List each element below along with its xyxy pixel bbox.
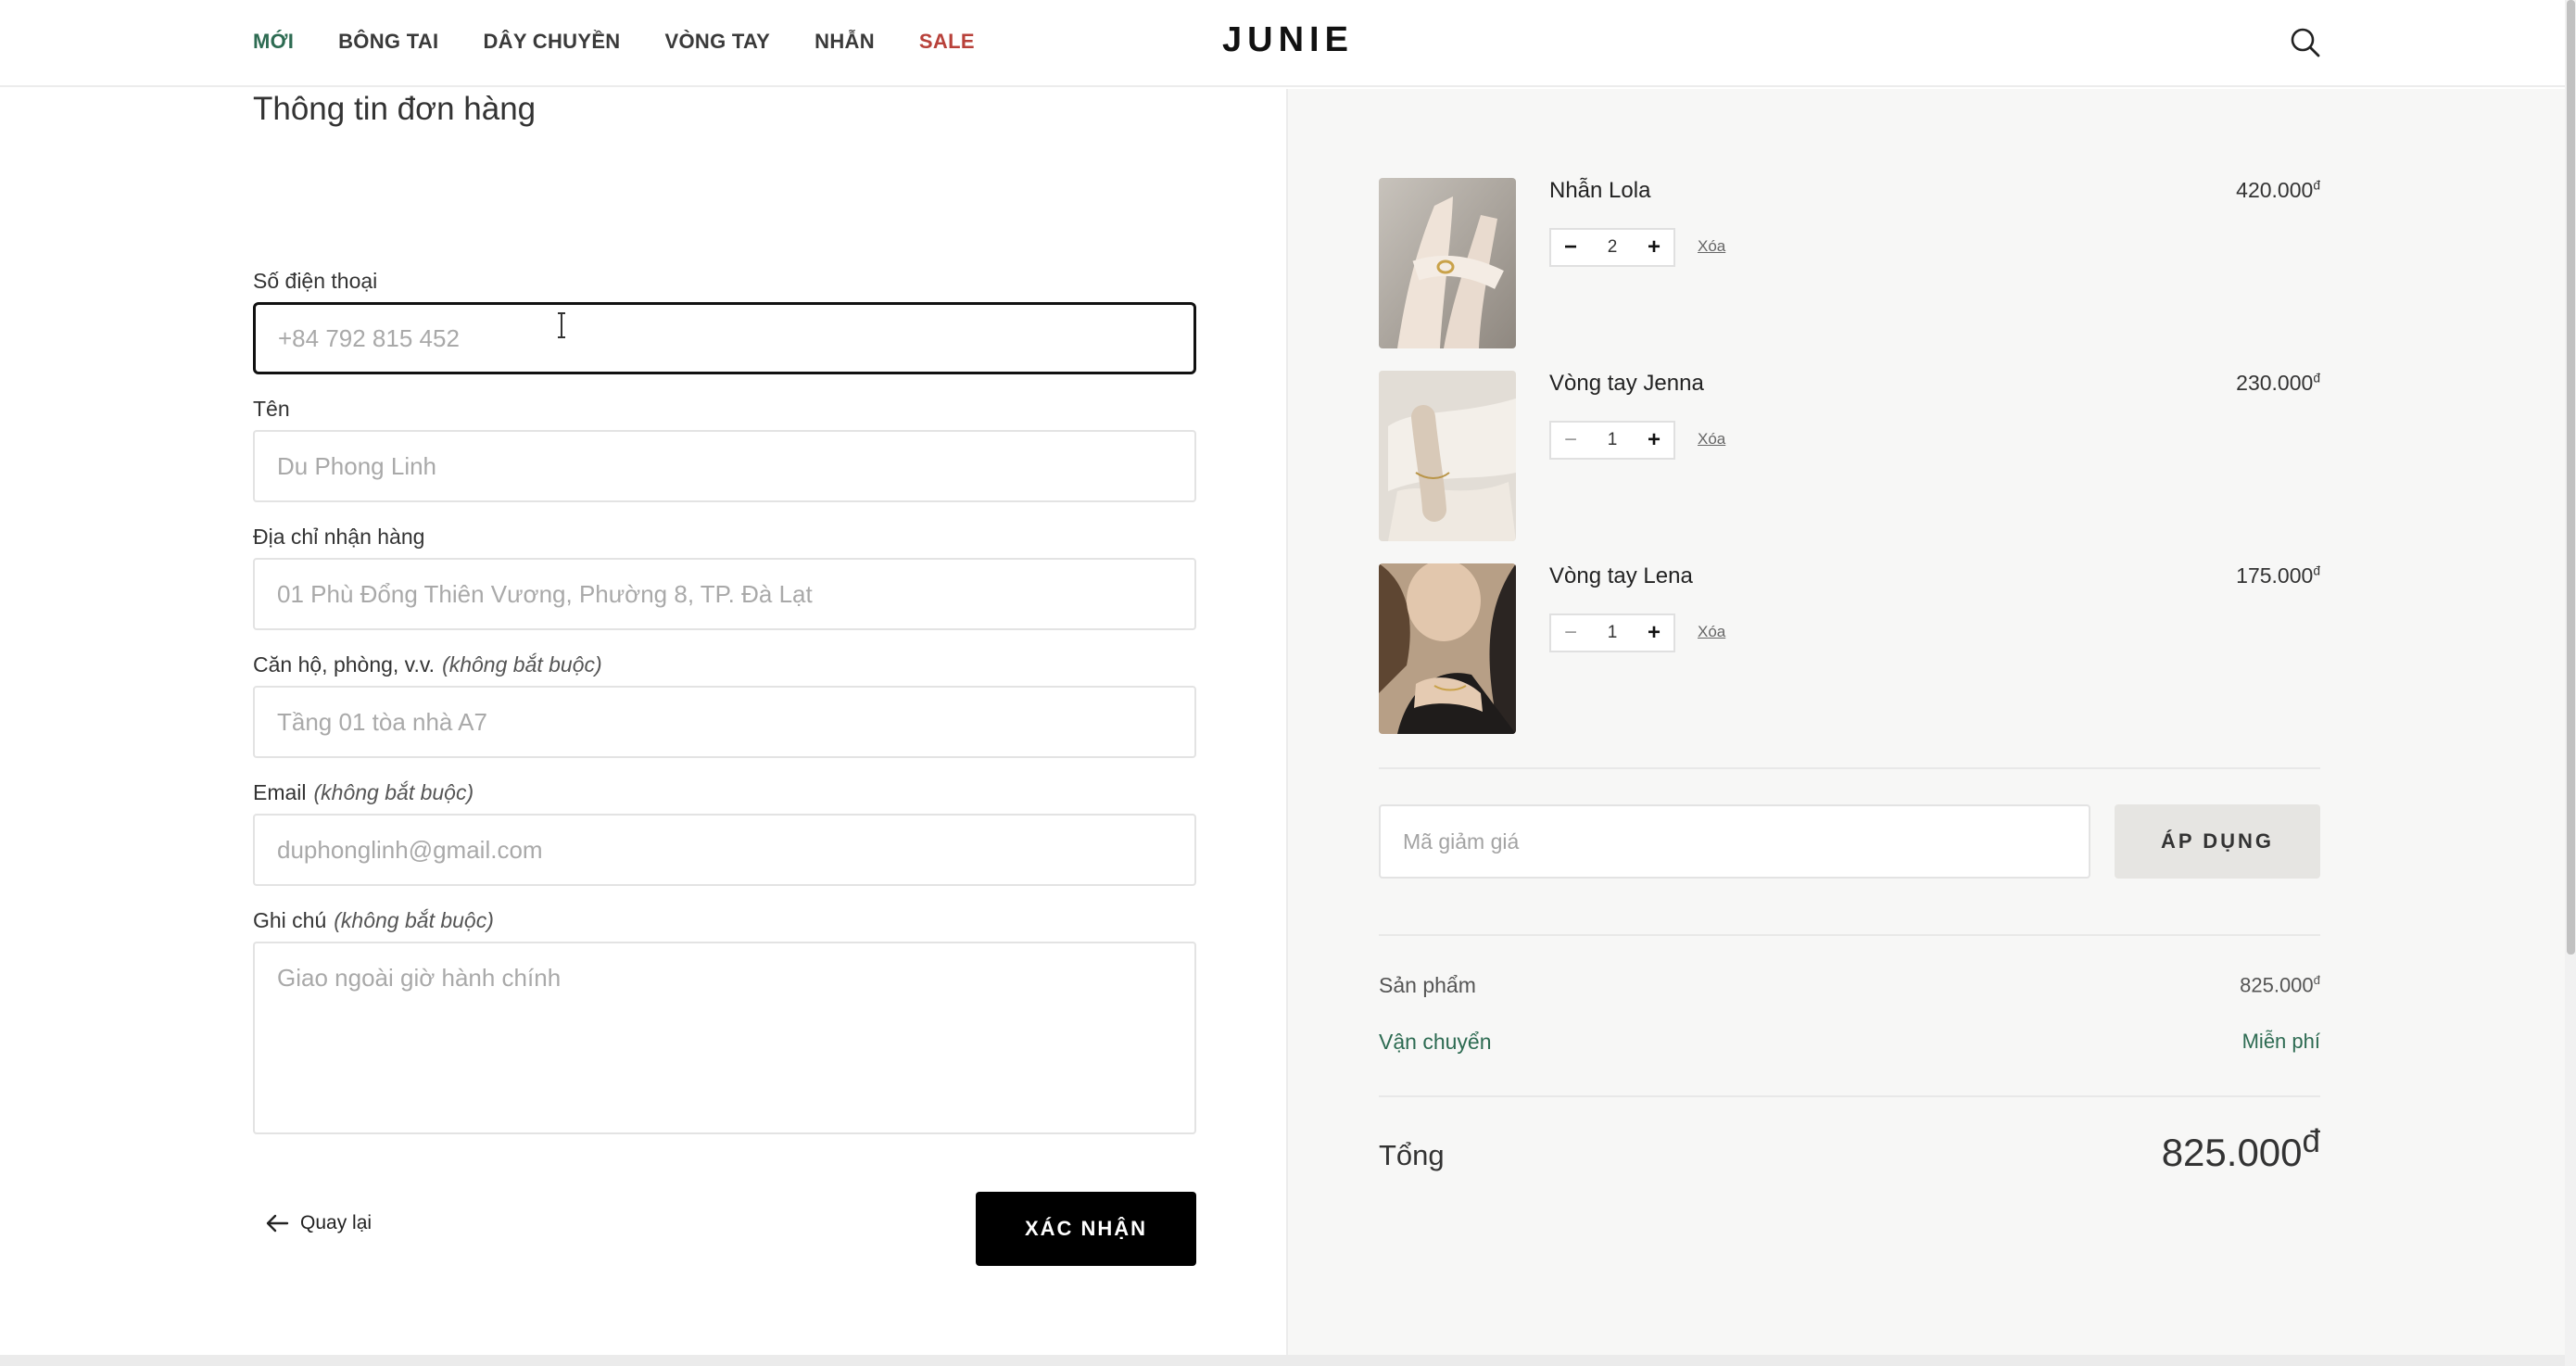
item-price-value: 230.000 <box>2236 371 2314 395</box>
item-price: 175.000đ <box>2236 563 2320 588</box>
email-input[interactable] <box>253 814 1196 886</box>
search-icon[interactable] <box>2289 26 2322 59</box>
divider <box>1379 1095 2320 1097</box>
phone-input[interactable] <box>253 302 1196 374</box>
total-value: 825.000đ <box>2162 1123 2320 1175</box>
increase-button[interactable]: + <box>1635 423 1673 458</box>
address-input[interactable] <box>253 558 1196 630</box>
note-label: Ghi chú (không bắt buộc) <box>253 908 494 933</box>
cart-item: Vòng tay Lena 175.000đ − 1 + Xóa <box>1379 563 2320 734</box>
quantity-stepper: − 1 + <box>1549 421 1675 460</box>
quantity-stepper: − 1 + <box>1549 613 1675 652</box>
nav-item-necklaces[interactable]: DÂY CHUYỀN <box>483 30 620 54</box>
item-price: 420.000đ <box>2236 178 2320 203</box>
item-name: Nhẫn Lola <box>1549 178 1651 203</box>
currency-symbol: đ <box>2313 178 2320 193</box>
shipping-label: Vận chuyển <box>1379 1030 1492 1054</box>
apartment-input[interactable] <box>253 686 1196 758</box>
optional-note: (không bắt buộc) <box>442 652 602 677</box>
note-textarea[interactable] <box>253 942 1196 1134</box>
main-nav: MỚI BÔNG TAI DÂY CHUYỀN VÒNG TAY NHẪN SA… <box>253 0 975 83</box>
back-label: Quay lại <box>300 1212 373 1233</box>
decrease-button[interactable]: − <box>1551 230 1590 265</box>
coupon-input[interactable] <box>1379 804 2090 879</box>
name-label: Tên <box>253 397 290 421</box>
product-image[interactable] <box>1379 371 1516 541</box>
divider <box>1379 767 2320 769</box>
product-image[interactable] <box>1379 178 1516 348</box>
site-header: MỚI BÔNG TAI DÂY CHUYỀN VÒNG TAY NHẪN SA… <box>0 0 2565 87</box>
quantity-stepper: − 2 + <box>1549 228 1675 267</box>
name-input[interactable] <box>253 430 1196 502</box>
currency-symbol: đ <box>2302 1123 2320 1159</box>
email-label: Email (không bắt buộc) <box>253 780 474 805</box>
remove-link[interactable]: Xóa <box>1698 237 1725 256</box>
total-amount: 825.000 <box>2161 1131 2303 1174</box>
item-price-value: 420.000 <box>2236 178 2314 202</box>
nav-item-earrings[interactable]: BÔNG TAI <box>338 30 438 54</box>
decrease-button[interactable]: − <box>1551 615 1590 651</box>
page-bottom-edge <box>0 1355 2565 1366</box>
subtotal-label: Sản phẩm <box>1379 973 1476 997</box>
quantity-value: 1 <box>1607 623 1618 642</box>
subtotal-amount: 825.000 <box>2240 973 2314 997</box>
currency-symbol: đ <box>2313 563 2320 578</box>
remove-link[interactable]: Xóa <box>1698 623 1725 641</box>
cart-item: Vòng tay Jenna 230.000đ − 1 + Xóa <box>1379 371 2320 541</box>
email-label-text: Email <box>253 780 307 804</box>
nav-item-bracelets[interactable]: VÒNG TAY <box>665 30 771 54</box>
item-price: 230.000đ <box>2236 371 2320 396</box>
phone-label: Số điện thoại <box>253 269 378 293</box>
item-name: Vòng tay Jenna <box>1549 371 1704 396</box>
quantity-value: 2 <box>1607 237 1618 257</box>
decrease-button[interactable]: − <box>1551 423 1590 458</box>
nav-item-new[interactable]: MỚI <box>253 30 294 54</box>
optional-note: (không bắt buộc) <box>334 908 494 932</box>
increase-button[interactable]: + <box>1635 230 1673 265</box>
remove-link[interactable]: Xóa <box>1698 430 1725 449</box>
product-image[interactable] <box>1379 563 1516 734</box>
apartment-label-text: Căn hộ, phòng, v.v. <box>253 652 436 677</box>
cart-item: Nhẫn Lola 420.000đ − 2 + Xóa <box>1379 178 2320 348</box>
total-label: Tổng <box>1379 1139 1445 1171</box>
subtotal-value: 825.000đ <box>2240 973 2320 997</box>
optional-note: (không bắt buộc) <box>313 780 474 804</box>
increase-button[interactable]: + <box>1635 615 1673 651</box>
form-title: Thông tin đơn hàng <box>253 91 537 127</box>
shipping-value: Miễn phí <box>2241 1030 2320 1053</box>
item-price-value: 175.000 <box>2236 563 2314 588</box>
nav-item-sale[interactable]: SALE <box>919 30 975 54</box>
currency-symbol: đ <box>2313 973 2320 987</box>
currency-symbol: đ <box>2313 371 2320 386</box>
arrow-left-icon <box>266 1214 289 1233</box>
confirm-button[interactable]: XÁC NHẬN <box>976 1192 1196 1266</box>
apply-coupon-button[interactable]: ÁP DỤNG <box>2115 804 2320 879</box>
apartment-label: Căn hộ, phòng, v.v. (không bắt buộc) <box>253 652 602 677</box>
item-name: Vòng tay Lena <box>1549 563 1693 588</box>
nav-item-rings[interactable]: NHẪN <box>814 30 875 54</box>
quantity-value: 1 <box>1607 430 1618 449</box>
note-label-text: Ghi chú <box>253 908 327 932</box>
divider <box>1379 934 2320 936</box>
scrollbar-thumb[interactable] <box>2567 0 2575 955</box>
address-label: Địa chỉ nhận hàng <box>253 525 425 549</box>
back-link[interactable]: Quay lại <box>265 1212 372 1234</box>
